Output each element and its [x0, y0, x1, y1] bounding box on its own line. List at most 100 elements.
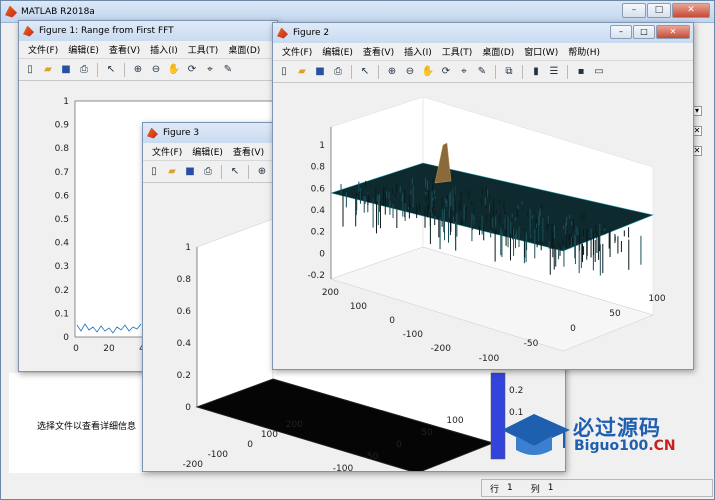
x-tick-label: 100	[446, 416, 463, 426]
x-tick-label: -50	[524, 339, 539, 349]
menu-view[interactable]: 查看(V)	[109, 43, 140, 56]
maximize-button[interactable]: □	[633, 25, 655, 39]
brush-icon[interactable]: ✎	[221, 63, 235, 77]
y-tick-label: 200	[322, 288, 339, 298]
x-tick-label: 50	[421, 428, 433, 438]
menu-file[interactable]: 文件(F)	[152, 145, 182, 158]
figure2-titlebar[interactable]: Figure 2 – □ ✕	[273, 23, 693, 43]
open-icon[interactable]: ▰	[295, 65, 309, 79]
colorbar-tick-label: 0.2	[509, 386, 523, 396]
menu-tools[interactable]: 工具(T)	[442, 45, 473, 58]
figure1-titlebar[interactable]: Figure 1: Range from First FFT	[19, 21, 277, 41]
new-figure-icon[interactable]: ▯	[23, 63, 37, 77]
close-button[interactable]: ✕	[672, 3, 710, 18]
legend-icon[interactable]: ☰	[547, 65, 561, 79]
pointer-icon[interactable]: ↖	[104, 63, 118, 77]
menu-desktop[interactable]: 桌面(D)	[228, 43, 260, 56]
status-bar: 行 1 列 1	[481, 479, 713, 497]
watermark-en-text: Biguo100.CN	[574, 438, 676, 454]
menu-view[interactable]: 查看(V)	[363, 45, 394, 58]
print-icon[interactable]: ⎙	[77, 63, 91, 77]
menu-edit[interactable]: 编辑(E)	[322, 45, 353, 58]
figure2-canvas: 1 0.8 0.6 0.4 0.2 0 -0.2 200 100 0 -100 -200 -100 -…	[273, 83, 693, 369]
watermark-en-suffix: .CN	[648, 438, 676, 454]
z-tick-label: 0.6	[177, 307, 192, 317]
z-tick-label: 0.4	[311, 206, 326, 216]
y-tick-label: 0.2	[55, 286, 69, 296]
pan-icon[interactable]: ✋	[167, 63, 181, 77]
data-cursor-icon[interactable]: ⌖	[457, 65, 471, 79]
new-figure-icon[interactable]: ▯	[277, 65, 291, 79]
figure1-title: Figure 1: Range from First FFT	[39, 26, 174, 36]
z-tick-label: 0.8	[311, 163, 326, 173]
y-tick-label: 0.5	[55, 215, 69, 225]
y-tick-label: 200	[286, 420, 303, 430]
zoom-in-icon[interactable]: ⊕	[131, 63, 145, 77]
close-button[interactable]: ✕	[656, 25, 690, 39]
dock-icon[interactable]: ▭	[592, 65, 606, 79]
x-tick-label: -50	[364, 452, 379, 462]
open-icon[interactable]: ▰	[165, 165, 179, 179]
figure2-menubar: 文件(F) 编辑(E) 查看(V) 插入(I) 工具(T) 桌面(D) 窗口(W…	[273, 43, 693, 61]
rotate-icon[interactable]: ⟳	[439, 65, 453, 79]
colorbar-icon[interactable]: ▮	[529, 65, 543, 79]
y-tick-label: 0.9	[55, 121, 70, 131]
menu-desktop[interactable]: 桌面(D)	[482, 45, 514, 58]
y-tick-label: 0	[247, 440, 253, 450]
y-tick-label: 100	[261, 430, 278, 440]
menu-edit[interactable]: 编辑(E)	[192, 145, 223, 158]
menu-window[interactable]: 窗口(W)	[524, 45, 558, 58]
figure-icon	[23, 25, 34, 37]
brush-icon[interactable]: ✎	[475, 65, 489, 79]
hide-tools-icon[interactable]: ▪	[574, 65, 588, 79]
x-tick-label: 20	[103, 344, 115, 354]
menu-insert[interactable]: 插入(I)	[404, 45, 432, 58]
save-icon[interactable]: ■	[183, 165, 197, 179]
z-tick-label: 0.4	[177, 339, 192, 349]
col-value: 1	[547, 483, 554, 493]
menu-file[interactable]: 文件(F)	[28, 43, 58, 56]
link-plot-icon[interactable]: ⧉	[502, 65, 516, 79]
z-tick-label: 1	[185, 243, 191, 253]
y-tick-label: 0	[389, 316, 395, 326]
figure2-title: Figure 2	[293, 28, 330, 38]
z-tick-label: 0	[185, 403, 191, 413]
watermark-logo: 必过源码 Biguo100.CN	[498, 408, 698, 463]
minimize-button[interactable]: –	[622, 3, 646, 18]
pointer-icon[interactable]: ↖	[228, 165, 242, 179]
maximize-button[interactable]: □	[647, 3, 671, 18]
y-tick-label: -200	[431, 344, 452, 354]
z-tick-label: 1	[319, 141, 325, 151]
save-icon[interactable]: ■	[313, 65, 327, 79]
minimize-button[interactable]: –	[610, 25, 632, 39]
menu-edit[interactable]: 编辑(E)	[68, 43, 99, 56]
x-tick-label: 0	[73, 344, 79, 354]
new-figure-icon[interactable]: ▯	[147, 165, 161, 179]
x-tick-label: -100	[333, 464, 354, 472]
pan-icon[interactable]: ✋	[421, 65, 435, 79]
zoom-out-icon[interactable]: ⊖	[149, 63, 163, 77]
print-icon[interactable]: ⎙	[331, 65, 345, 79]
rotate-icon[interactable]: ⟳	[185, 63, 199, 77]
figure2-window: Figure 2 – □ ✕ 文件(F) 编辑(E) 查看(V) 插入(I) 工…	[272, 22, 694, 370]
zoom-in-icon[interactable]: ⊕	[255, 165, 269, 179]
figure2-toolbar: ▯ ▰ ■ ⎙ ↖ ⊕ ⊖ ✋ ⟳ ⌖ ✎ ⧉ ▮ ☰ ▪ ▭	[273, 61, 693, 83]
y-tick-label: 0.8	[55, 144, 70, 154]
figure-icon	[277, 27, 288, 39]
print-icon[interactable]: ⎙	[201, 165, 215, 179]
menu-help[interactable]: 帮助(H)	[568, 45, 600, 58]
menu-view[interactable]: 查看(V)	[233, 145, 264, 158]
y-tick-label: -200	[183, 460, 204, 470]
data-cursor-icon[interactable]: ⌖	[203, 63, 217, 77]
y-tick-label: 0.1	[55, 309, 69, 319]
menu-tools[interactable]: 工具(T)	[188, 43, 219, 56]
row-value: 1	[507, 483, 513, 493]
menu-file[interactable]: 文件(F)	[282, 45, 312, 58]
zoom-out-icon[interactable]: ⊖	[403, 65, 417, 79]
pointer-icon[interactable]: ↖	[358, 65, 372, 79]
menu-insert[interactable]: 插入(I)	[150, 43, 178, 56]
save-icon[interactable]: ■	[59, 63, 73, 77]
z-tick-label: 0.2	[311, 228, 325, 238]
open-icon[interactable]: ▰	[41, 63, 55, 77]
zoom-in-icon[interactable]: ⊕	[385, 65, 399, 79]
